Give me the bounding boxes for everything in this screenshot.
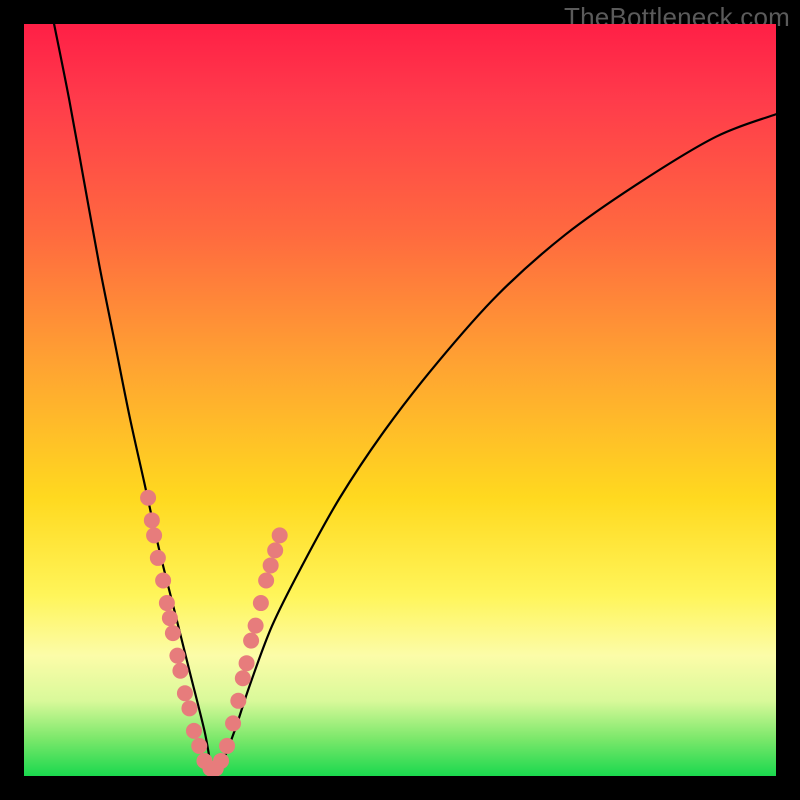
sample-point bbox=[191, 738, 207, 754]
sample-point bbox=[146, 527, 162, 543]
sample-point bbox=[140, 490, 156, 506]
sample-point bbox=[169, 648, 185, 664]
sample-point bbox=[235, 670, 251, 686]
sample-point bbox=[213, 753, 229, 769]
sample-point bbox=[150, 550, 166, 566]
sample-point bbox=[272, 527, 288, 543]
sample-point bbox=[239, 655, 255, 671]
sample-point bbox=[177, 685, 193, 701]
sample-point bbox=[186, 723, 202, 739]
sample-point bbox=[172, 663, 188, 679]
sample-point bbox=[248, 618, 264, 634]
sample-point bbox=[230, 693, 246, 709]
sample-point bbox=[162, 610, 178, 626]
bottleneck-curve bbox=[54, 24, 776, 773]
sample-point bbox=[159, 595, 175, 611]
bottleneck-chart-svg bbox=[24, 24, 776, 776]
sample-point bbox=[144, 512, 160, 528]
sample-point bbox=[267, 542, 283, 558]
plot-area bbox=[24, 24, 776, 776]
sample-point bbox=[165, 625, 181, 641]
sample-point bbox=[243, 633, 259, 649]
sample-points-group bbox=[140, 490, 288, 776]
sample-point bbox=[263, 557, 279, 573]
chart-frame: TheBottleneck.com bbox=[0, 0, 800, 800]
sample-point bbox=[253, 595, 269, 611]
sample-point bbox=[181, 700, 197, 716]
sample-point bbox=[225, 715, 241, 731]
sample-point bbox=[219, 738, 235, 754]
sample-point bbox=[155, 572, 171, 588]
sample-point bbox=[258, 572, 274, 588]
